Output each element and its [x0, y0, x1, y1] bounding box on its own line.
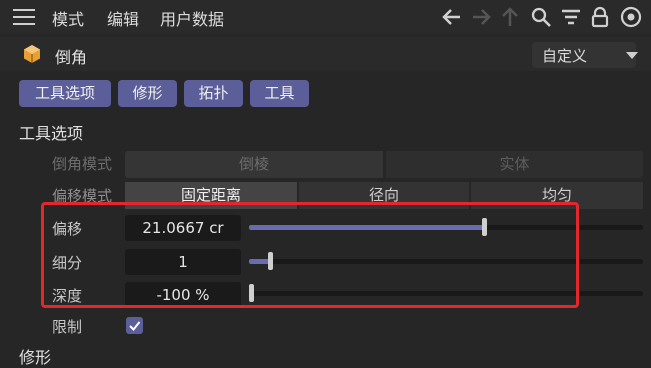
bevel-mode-chamfer[interactable]: 倒棱 — [125, 151, 383, 178]
subdivision-slider-thumb[interactable] — [268, 252, 273, 270]
depth-label: 深度 — [52, 287, 83, 305]
preset-select[interactable]: 自定义 — [532, 42, 638, 68]
section-title: 工具选项 — [19, 124, 84, 143]
offset-label: 偏移 — [52, 220, 83, 238]
arrow-right-icon[interactable] — [470, 6, 492, 28]
filter-icon[interactable] — [560, 6, 582, 28]
depth-field[interactable]: -100 % — [125, 282, 241, 308]
arrow-up-icon[interactable] — [499, 6, 521, 28]
offset-mode-fixed-distance[interactable]: 固定距离 — [125, 182, 297, 209]
offset-mode-uniform[interactable]: 均匀 — [471, 182, 643, 209]
offset-mode-label: 偏移模式 — [52, 187, 113, 205]
bevel-mode-solid[interactable]: 实体 — [386, 151, 643, 178]
lock-icon[interactable] — [589, 6, 611, 28]
tab-topology[interactable]: 拓扑 — [184, 80, 243, 107]
depth-slider[interactable] — [249, 284, 643, 302]
offset-field[interactable]: 21.0667 cr — [125, 215, 241, 241]
checkmark-icon — [129, 321, 141, 331]
offset-slider-thumb[interactable] — [482, 218, 487, 236]
offset-slider-fill — [249, 225, 484, 230]
arrow-left-icon[interactable] — [441, 6, 463, 28]
depth-slider-thumb[interactable] — [249, 284, 254, 302]
menu-user-data[interactable]: 用户数据 — [160, 6, 224, 30]
tab-tools[interactable]: 工具 — [250, 80, 309, 107]
tab-tool-options[interactable]: 工具选项 — [19, 80, 111, 107]
target-icon[interactable] — [619, 6, 643, 28]
preset-select-value: 自定义 — [542, 47, 588, 65]
bevel-mode-selector[interactable]: 倒棱 实体 — [125, 151, 643, 178]
menu-edit[interactable]: 编辑 — [107, 6, 139, 30]
subdivision-field[interactable]: 1 — [125, 249, 241, 275]
offset-mode-selector[interactable]: 固定距离 径向 均匀 — [125, 182, 643, 209]
menu-bar — [0, 0, 651, 34]
limit-checkbox[interactable] — [126, 317, 143, 334]
next-section-title: 修形 — [19, 348, 52, 367]
hamburger-menu-icon[interactable] — [13, 9, 35, 25]
menu-mode[interactable]: 模式 — [52, 6, 84, 30]
chevron-down-icon — [626, 52, 638, 59]
subdivision-slider[interactable] — [249, 252, 643, 270]
tab-shaping[interactable]: 修形 — [118, 80, 177, 107]
bevel-mode-label: 倒角模式 — [52, 155, 113, 173]
offset-slider[interactable] — [249, 218, 643, 236]
object-name: 倒角 — [55, 48, 88, 67]
offset-mode-radial[interactable]: 径向 — [299, 182, 469, 209]
limit-label: 限制 — [52, 318, 83, 336]
search-icon[interactable] — [530, 6, 552, 28]
subdivision-slider-fill — [249, 259, 270, 264]
subdivision-label: 细分 — [52, 254, 83, 272]
bevel-tool-icon — [24, 45, 40, 63]
